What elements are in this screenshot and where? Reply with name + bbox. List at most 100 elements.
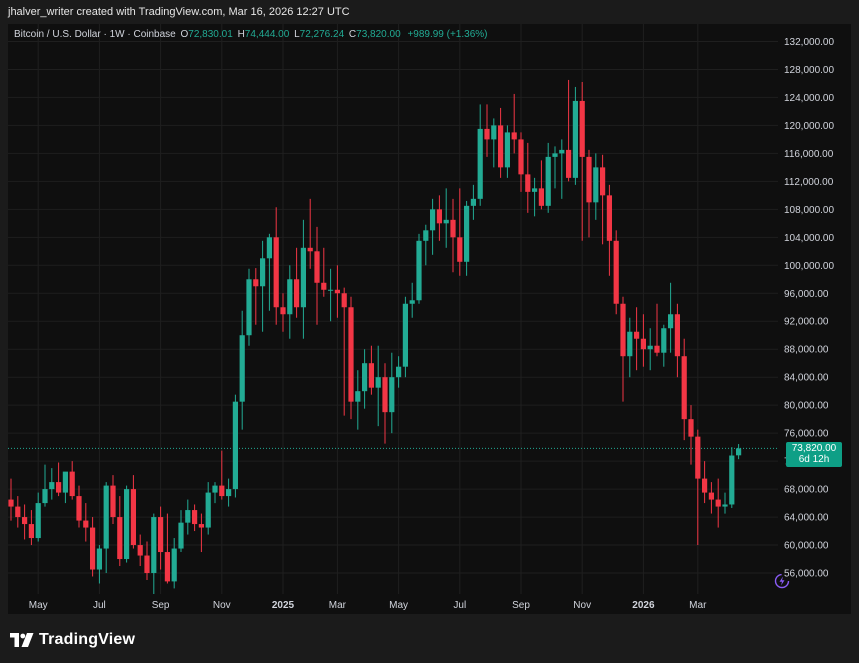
candle-body: [708, 492, 714, 500]
change-value: +989.99 (+1.36%): [407, 29, 488, 40]
y-tick-label: 120,000.00: [784, 121, 834, 132]
candle-body: [42, 489, 48, 504]
candle-body: [362, 363, 368, 392]
y-tick-label: 56,000.00: [784, 569, 829, 580]
x-tick-label: 2026: [632, 600, 655, 611]
candle-body: [538, 188, 544, 206]
y-tick-label: 124,000.00: [784, 93, 834, 104]
candle-body: [525, 174, 531, 192]
candlestick-chart[interactable]: 132,000.00 128,000.00 124,000.00 120,000.00…: [8, 24, 851, 614]
candle-body: [198, 524, 204, 528]
y-tick-label: 88,000.00: [784, 345, 829, 356]
candle-body: [511, 132, 517, 140]
candle-body: [164, 552, 170, 582]
candle-body: [62, 471, 68, 493]
candle-body: [736, 448, 742, 456]
x-tick-label: Sep: [152, 600, 170, 611]
candle-body: [552, 153, 558, 157]
candle-body: [110, 485, 116, 518]
candle-body: [328, 289, 334, 291]
candle-body: [702, 478, 708, 493]
x-tick-label: Nov: [573, 600, 591, 611]
candle-body: [144, 555, 150, 574]
ai-assistant-icon[interactable]: [774, 573, 790, 589]
candle-body: [83, 520, 89, 528]
low-value: 72,276.24: [299, 29, 345, 40]
candle-body: [239, 335, 245, 402]
candle-body: [300, 247, 306, 308]
candle-body: [572, 100, 578, 178]
candle-body: [647, 345, 653, 350]
candle-body: [375, 377, 381, 388]
y-tick-label: 108,000.00: [784, 205, 834, 216]
y-tick-label: 104,000.00: [784, 233, 834, 244]
candle-body: [334, 289, 340, 294]
candle-body: [668, 314, 674, 329]
candle-body: [545, 156, 551, 206]
candle-body: [606, 195, 612, 241]
candle-body: [314, 251, 320, 283]
y-tick-label: 84,000.00: [784, 373, 829, 384]
tradingview-brand[interactable]: TradingView: [10, 631, 135, 649]
candle-body: [76, 496, 82, 521]
candle-body: [654, 345, 660, 353]
candle-body: [287, 279, 293, 315]
y-tick-label: 100,000.00: [784, 261, 834, 272]
candle-body: [192, 510, 198, 525]
y-tick-label: 92,000.00: [784, 317, 829, 328]
candle-body: [49, 482, 55, 490]
x-tick-label: Sep: [512, 600, 530, 611]
candle-body: [348, 307, 354, 402]
x-tick-label: Mar: [689, 600, 707, 611]
candle-body: [423, 230, 429, 241]
candle-body: [90, 527, 96, 570]
candle-body: [443, 219, 449, 224]
candle-body: [246, 279, 252, 336]
candle-body: [130, 489, 136, 546]
high-label: H: [237, 29, 245, 40]
candle-body: [532, 188, 538, 192]
candle-body: [212, 485, 218, 493]
candle-body: [640, 338, 646, 350]
candle-body: [396, 366, 402, 378]
candle-body: [294, 279, 300, 308]
candle-body: [56, 482, 62, 493]
open-value: 72,830.01: [188, 29, 233, 40]
x-tick-label: Mar: [329, 600, 347, 611]
candle-body: [470, 198, 476, 206]
candle-body: [382, 377, 388, 413]
candle-body: [613, 240, 619, 304]
candle-body: [151, 517, 157, 574]
candle-body: [158, 517, 164, 553]
chart-area[interactable]: 132,000.00 128,000.00 124,000.00 120,000.00…: [8, 24, 851, 614]
candle-body: [661, 328, 667, 353]
candle-body: [504, 132, 510, 168]
candle-body: [634, 331, 640, 339]
x-tick-label: 2025: [272, 600, 295, 611]
candle-body: [266, 237, 272, 259]
candle-body: [579, 100, 585, 157]
candle-body: [695, 436, 701, 479]
candle-body: [171, 548, 177, 582]
candle-body: [484, 128, 490, 140]
x-tick-label: May: [29, 600, 48, 611]
y-tick-label: 64,000.00: [784, 513, 829, 524]
y-tick-label: 76,000.00: [784, 429, 829, 440]
x-tick-label: Jul: [93, 600, 106, 611]
candle-body: [559, 149, 565, 154]
candle-body: [103, 485, 109, 549]
candle-body: [416, 240, 422, 301]
candle-body: [593, 167, 599, 203]
candle-body: [22, 517, 28, 525]
brand-name: TradingView: [39, 631, 136, 648]
candle-body: [627, 331, 633, 357]
candle-body: [681, 356, 687, 420]
y-tick-label: 116,000.00: [784, 149, 834, 160]
y-tick-label: 112,000.00: [784, 177, 834, 188]
candle-body: [518, 139, 524, 175]
candle-body: [450, 219, 456, 238]
candle-body: [402, 303, 408, 367]
candle-body: [307, 247, 313, 252]
candle-body: [491, 125, 497, 140]
candle-body: [185, 510, 191, 523]
